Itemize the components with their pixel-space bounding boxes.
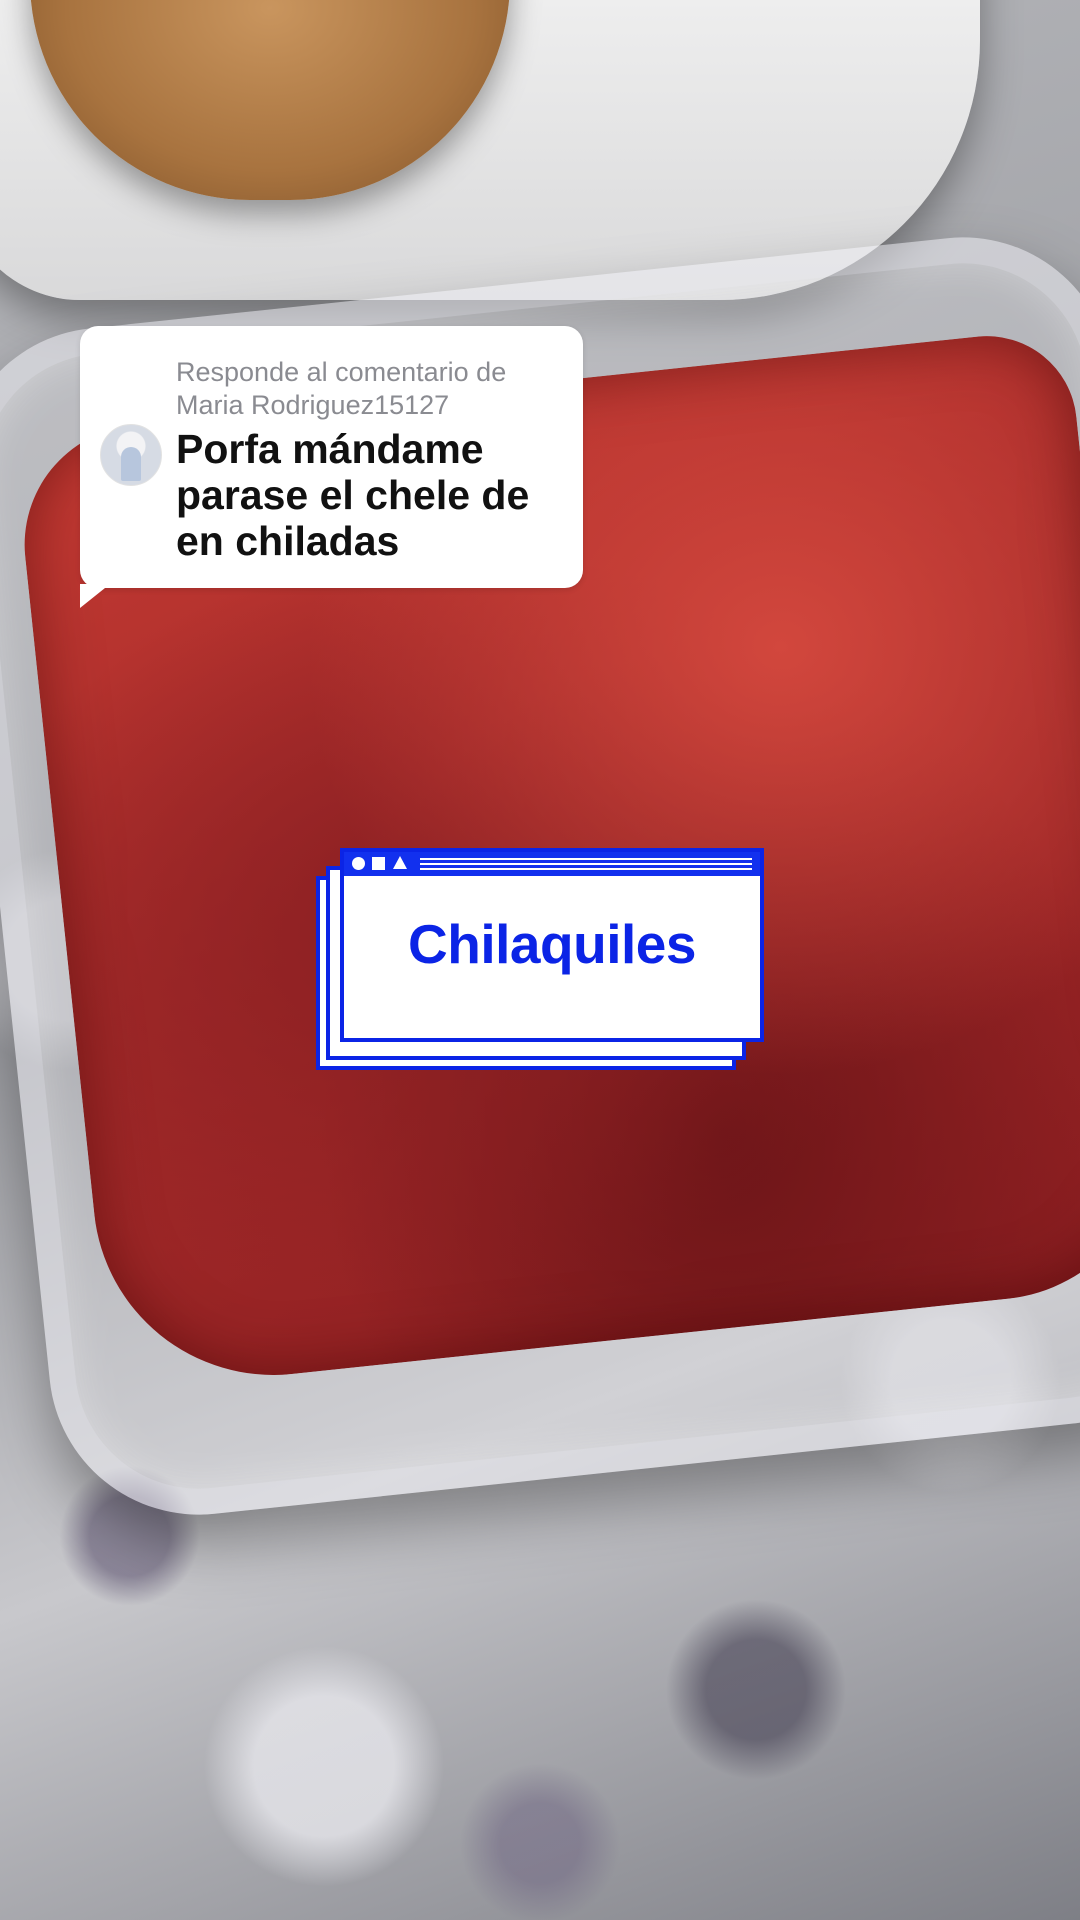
avatar-figure	[121, 447, 141, 481]
window-square-icon	[372, 857, 385, 870]
window-layer-front: Chilaquiles	[340, 848, 764, 1042]
window-circle-icon	[352, 857, 365, 870]
titlebar-lines	[420, 858, 752, 870]
title-window-sticker: Chilaquiles	[316, 848, 764, 1070]
window-triangle-icon	[393, 856, 407, 869]
window-titlebar	[344, 852, 760, 876]
sticker-title: Chilaquiles	[408, 913, 696, 975]
reply-card-tail	[80, 584, 110, 608]
reply-comment-text: Porfa mándame parase el chele de en chil…	[176, 426, 530, 564]
commenter-avatar[interactable]	[100, 424, 162, 486]
reply-label: Responde al comentario de Maria Rodrigue…	[176, 357, 507, 420]
